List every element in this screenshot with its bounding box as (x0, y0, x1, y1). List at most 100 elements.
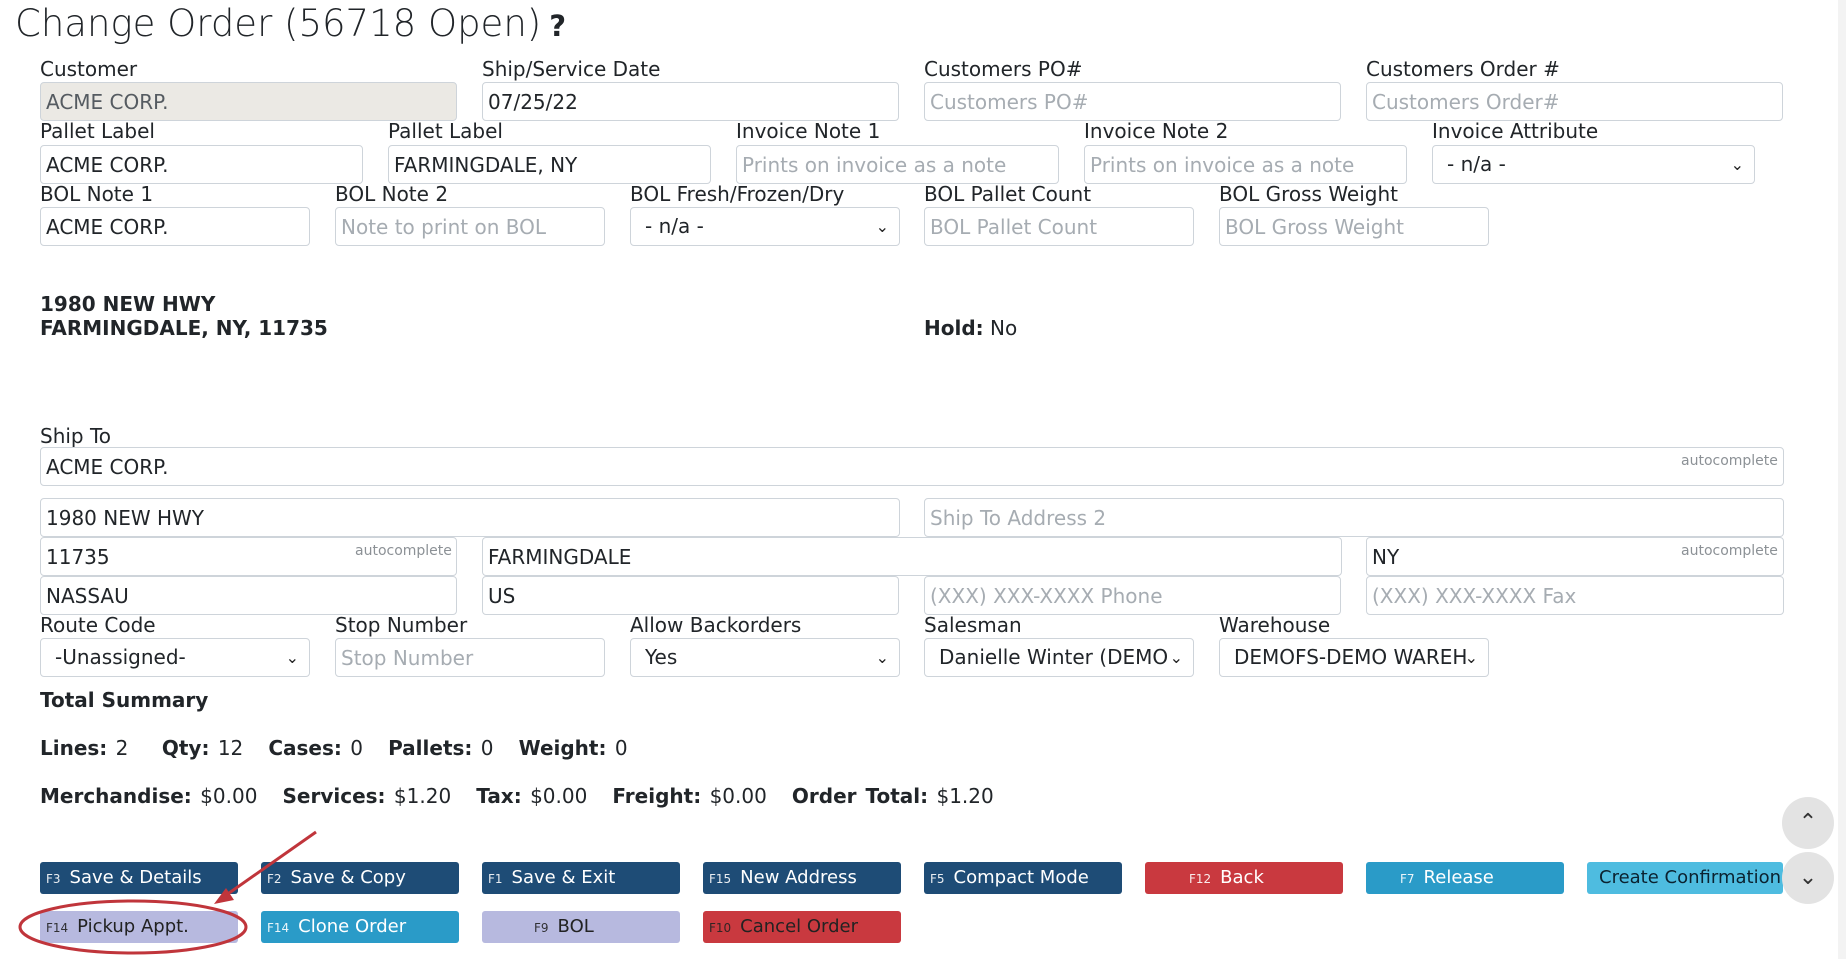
cancel-order-button[interactable]: F10 Cancel Order (703, 911, 901, 943)
autocomplete-hint: autocomplete (1681, 453, 1778, 469)
allow-backorders-label: Allow Backorders (630, 613, 802, 637)
weight-value: 0 (614, 736, 628, 760)
lines-value: 2 (115, 736, 129, 760)
shortcut-key: F10 (709, 921, 732, 935)
chevron-down-icon: ⌄ (1464, 648, 1478, 667)
summary-counts: Lines: 2 Qty: 12 Cases: 0 Pallets: 0 Wei… (40, 736, 628, 760)
lines-label: Lines: (40, 736, 108, 760)
help-icon[interactable]: ? (549, 9, 566, 43)
ship-date-label: Ship/Service Date (482, 57, 661, 81)
autocomplete-hint: autocomplete (1681, 543, 1778, 559)
bol-pallet-count-label: BOL Pallet Count (924, 182, 1092, 206)
scrollbar[interactable] (1838, 0, 1846, 959)
scroll-up-button[interactable]: ⌃ (1782, 797, 1834, 849)
salesman-label: Salesman (924, 613, 1022, 637)
summary-heading: Total Summary (40, 688, 209, 712)
compact-mode-button[interactable]: F5 Compact Mode (924, 862, 1122, 894)
warehouse-label: Warehouse (1219, 613, 1331, 637)
pallet-label-2-field[interactable] (388, 145, 711, 184)
warehouse-select[interactable]: DEMOFS-DEMO WAREH ⌄ (1219, 638, 1489, 677)
pallet-label-1-label: Pallet Label (40, 119, 155, 143)
cases-value: 0 (350, 736, 363, 760)
invoice-note-1-label: Invoice Note 1 (736, 119, 881, 143)
city-field[interactable] (482, 537, 1342, 576)
autocomplete-hint: autocomplete (355, 543, 452, 559)
address-line-1: 1980 NEW HWY (40, 292, 216, 316)
stop-number-label: Stop Number (335, 613, 468, 637)
shortcut-key: F12 (1189, 872, 1212, 886)
bol-note-1-field[interactable] (40, 207, 310, 246)
ship-date-field[interactable] (482, 82, 899, 121)
phone-field[interactable] (924, 576, 1341, 615)
ship-to-field[interactable] (40, 447, 1784, 486)
weight-label: Weight: (518, 736, 607, 760)
shortcut-key: F15 (709, 872, 732, 886)
release-button[interactable]: F7 Release (1366, 862, 1564, 894)
chevron-down-icon: ⌄ (1798, 865, 1818, 890)
salesman-select[interactable]: Danielle Winter (DEMO ⌄ (924, 638, 1194, 677)
create-confirmation-button[interactable]: Create Confirmation (1587, 862, 1783, 894)
ship-to-label: Ship To (40, 424, 112, 448)
pallet-label-1-field[interactable] (40, 145, 363, 184)
address-line-2: FARMINGDALE, NY, 11735 (40, 316, 328, 340)
hold-status: Hold: No (924, 316, 1017, 340)
shortcut-key: F5 (930, 872, 945, 886)
chevron-down-icon: ⌄ (1169, 648, 1183, 667)
total-value: $1.20 (936, 784, 994, 808)
invoice-attribute-label: Invoice Attribute (1432, 119, 1599, 143)
button-label: Back (1220, 867, 1264, 888)
bol-pallet-count-field[interactable] (924, 207, 1194, 246)
chevron-down-icon: ⌄ (875, 648, 889, 667)
button-label: Save & Exit (511, 867, 616, 888)
warehouse-value: DEMOFS-DEMO WAREH (1234, 645, 1468, 669)
bol-note-2-field[interactable] (335, 207, 605, 246)
annotation-highlight (18, 830, 317, 955)
bol-button[interactable]: F9 BOL (482, 911, 680, 943)
route-code-label: Route Code (40, 613, 156, 637)
customer-field[interactable] (40, 82, 457, 121)
invoice-note-1-field[interactable] (736, 145, 1059, 184)
customers-order-field[interactable] (1366, 82, 1783, 121)
customer-label: Customer (40, 57, 138, 81)
bol-gross-weight-label: BOL Gross Weight (1219, 182, 1399, 206)
back-button[interactable]: F12 Back (1145, 862, 1343, 894)
hold-label: Hold: (924, 316, 984, 340)
page-title-text: Change Order (56718 Open) (15, 2, 542, 45)
tax-label: Tax: (476, 784, 522, 808)
shortcut-key: F9 (534, 921, 549, 935)
chevron-down-icon: ⌄ (285, 648, 299, 667)
button-label: Create Confirmation (1599, 867, 1781, 888)
save-exit-button[interactable]: F1 Save & Exit (482, 862, 680, 894)
freight-value: $0.00 (709, 784, 767, 808)
button-label: Cancel Order (740, 916, 859, 937)
hold-value: No (990, 316, 1018, 340)
customers-order-label: Customers Order # (1366, 57, 1560, 81)
address1-field[interactable] (40, 498, 900, 537)
stop-number-field[interactable] (335, 638, 605, 677)
scroll-down-button[interactable]: ⌄ (1782, 852, 1834, 904)
new-address-button[interactable]: F15 New Address (703, 862, 901, 894)
invoice-attribute-select[interactable]: - n/a - ⌄ (1432, 145, 1755, 184)
merch-value: $0.00 (200, 784, 258, 808)
customers-po-label: Customers PO# (924, 57, 1083, 81)
allow-backorders-select[interactable]: Yes ⌄ (630, 638, 900, 677)
shortcut-key: F1 (488, 872, 503, 886)
invoice-note-2-field[interactable] (1084, 145, 1407, 184)
route-code-select[interactable]: -Unassigned- ⌄ (40, 638, 310, 677)
bol-note-1-label: BOL Note 1 (40, 182, 154, 206)
cases-label: Cases: (268, 736, 342, 760)
country-field[interactable] (482, 576, 899, 615)
allow-backorders-value: Yes (645, 645, 678, 669)
bol-gross-weight-field[interactable] (1219, 207, 1489, 246)
salesman-value: Danielle Winter (DEMO (939, 645, 1169, 669)
county-field[interactable] (40, 576, 457, 615)
fax-field[interactable] (1366, 576, 1784, 615)
services-label: Services: (282, 784, 386, 808)
summary-totals: Merchandise: $0.00 Services: $1.20 Tax: … (40, 784, 994, 808)
address2-field[interactable] (924, 498, 1784, 537)
bol-fresh-select[interactable]: - n/a - ⌄ (630, 207, 900, 246)
customers-po-field[interactable] (924, 82, 1341, 121)
button-label: BOL (557, 916, 594, 937)
annotation-circle (18, 899, 248, 955)
pallets-value: 0 (480, 736, 494, 760)
